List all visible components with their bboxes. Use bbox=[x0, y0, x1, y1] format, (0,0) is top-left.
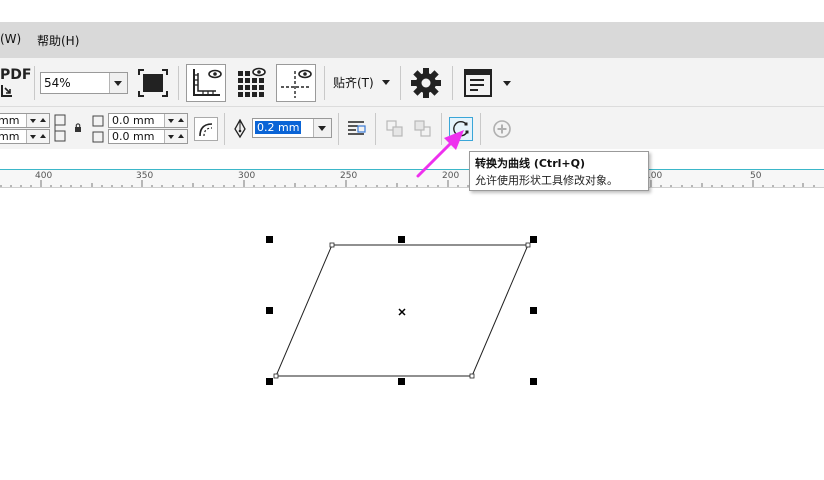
position-x-spin-arrows[interactable] bbox=[164, 114, 187, 127]
shape-node[interactable] bbox=[273, 373, 279, 379]
tooltip-description: 允许使用形状工具修改对象。 bbox=[475, 174, 618, 187]
spin-up-icon bbox=[40, 134, 46, 138]
zoom-level-value: 54% bbox=[44, 76, 71, 90]
selection-handle[interactable] bbox=[398, 236, 405, 243]
menu-bar: (W) 帮助(H) bbox=[0, 22, 824, 58]
wrap-text-button[interactable] bbox=[345, 117, 369, 141]
grid-icon bbox=[238, 67, 266, 97]
toolbar-separator bbox=[452, 66, 453, 100]
menu-window[interactable]: (W) bbox=[0, 32, 21, 46]
toolbar-separator bbox=[178, 66, 179, 100]
ruler-label: 300 bbox=[238, 171, 256, 181]
spin-down-icon bbox=[168, 135, 174, 139]
ruler-label: 250 bbox=[340, 171, 358, 181]
spin-up-icon bbox=[40, 118, 46, 122]
parallelogram-shape[interactable] bbox=[275, 244, 529, 377]
selection-handle[interactable] bbox=[266, 378, 273, 385]
standard-toolbar: PDF 54% 贴齐(T) bbox=[0, 58, 824, 107]
full-screen-preview-button[interactable] bbox=[136, 67, 170, 99]
object-width-field[interactable]: mm bbox=[0, 113, 50, 128]
object-width-value: mm bbox=[0, 114, 20, 127]
toolbar-separator bbox=[34, 66, 35, 100]
zoom-dropdown-button[interactable] bbox=[109, 73, 127, 93]
shape-node[interactable] bbox=[329, 242, 335, 248]
toolbar-separator bbox=[324, 66, 325, 100]
outline-width-value: 0.2 mm bbox=[255, 121, 302, 134]
corner-rounding-button[interactable] bbox=[194, 117, 218, 141]
shape-node[interactable] bbox=[469, 373, 475, 379]
show-guidelines-button[interactable] bbox=[276, 64, 316, 102]
spin-down-icon bbox=[30, 135, 36, 139]
snap-to-dropdown[interactable]: 贴齐(T) bbox=[330, 70, 394, 94]
publish-pdf-button[interactable]: PDF bbox=[0, 66, 32, 100]
round-corner-icon bbox=[199, 123, 213, 137]
snap-to-label: 贴齐(T) bbox=[333, 76, 374, 90]
toolbar-separator bbox=[224, 113, 225, 145]
position-y-field[interactable]: 0.0 mm bbox=[108, 129, 188, 144]
toolbar-separator bbox=[375, 113, 376, 145]
height-spin-arrows[interactable] bbox=[26, 130, 49, 143]
application-launcher-button[interactable] bbox=[460, 66, 516, 100]
chevron-down-icon bbox=[114, 81, 122, 86]
spin-up-icon bbox=[178, 118, 184, 122]
position-icon bbox=[92, 115, 104, 143]
outline-width-dropdown[interactable] bbox=[313, 119, 331, 137]
selection-handle[interactable] bbox=[530, 307, 537, 314]
drawing-canvas[interactable] bbox=[0, 188, 824, 480]
selection-handle[interactable] bbox=[266, 236, 273, 243]
menu-help[interactable]: 帮助(H) bbox=[37, 32, 79, 49]
plus-circle-icon bbox=[493, 120, 511, 138]
to-front-button[interactable] bbox=[384, 118, 406, 140]
gear-icon bbox=[411, 68, 441, 98]
toolbar-separator bbox=[400, 66, 401, 100]
pdf-arrow-icon bbox=[1, 85, 12, 97]
spin-down-icon bbox=[30, 119, 36, 123]
toolbar-separator bbox=[480, 113, 481, 145]
drawing-surface bbox=[266, 236, 537, 385]
selection-handle[interactable] bbox=[530, 236, 537, 243]
toolbar-separator bbox=[338, 113, 339, 145]
spin-up-icon bbox=[178, 134, 184, 138]
ruler-icon bbox=[193, 69, 222, 96]
tooltip-title: 转换为曲线 (Ctrl+Q) bbox=[475, 157, 585, 170]
object-height-value: mm bbox=[0, 130, 20, 143]
ruler-label: 400 bbox=[35, 171, 53, 181]
outline-width-combo[interactable]: 0.2 mm bbox=[252, 118, 332, 138]
selection-handle[interactable] bbox=[530, 378, 537, 385]
zoom-level-combo[interactable]: 54% bbox=[40, 72, 128, 94]
ruler-label: 50 bbox=[750, 171, 762, 181]
pdf-label: PDF bbox=[0, 67, 32, 83]
options-button[interactable] bbox=[408, 66, 444, 100]
position-x-field[interactable]: 0.0 mm bbox=[108, 113, 188, 128]
shape-node[interactable] bbox=[525, 242, 531, 248]
chevron-down-icon bbox=[503, 81, 511, 86]
scale-handles-icon bbox=[54, 114, 66, 142]
spin-down-icon bbox=[168, 119, 174, 123]
width-spin-arrows[interactable] bbox=[26, 114, 49, 127]
wrap-text-icon bbox=[348, 121, 366, 135]
chevron-down-icon bbox=[318, 126, 326, 131]
guidelines-icon bbox=[281, 69, 312, 98]
app-window-icon bbox=[464, 69, 492, 97]
show-grid-button[interactable] bbox=[234, 64, 272, 102]
selection-handle[interactable] bbox=[398, 378, 405, 385]
position-x-value: 0.0 mm bbox=[112, 114, 155, 127]
chevron-down-icon bbox=[382, 80, 390, 85]
position-y-value: 0.0 mm bbox=[112, 130, 155, 143]
full-screen-icon bbox=[138, 69, 168, 97]
center-mark-icon bbox=[398, 308, 406, 316]
to-front-icon bbox=[386, 120, 403, 137]
selection-handle[interactable] bbox=[266, 307, 273, 314]
quick-customize-button[interactable] bbox=[491, 118, 513, 140]
object-height-field[interactable]: mm bbox=[0, 129, 50, 144]
show-rulers-button[interactable] bbox=[186, 64, 226, 102]
ruler-label: 350 bbox=[136, 171, 154, 181]
lock-ratio-icon[interactable] bbox=[73, 122, 83, 134]
pen-nib-icon bbox=[234, 119, 246, 139]
position-y-spin-arrows[interactable] bbox=[164, 130, 187, 143]
convert-to-curves-tooltip: 转换为曲线 (Ctrl+Q) 允许使用形状工具修改对象。 bbox=[469, 151, 649, 191]
